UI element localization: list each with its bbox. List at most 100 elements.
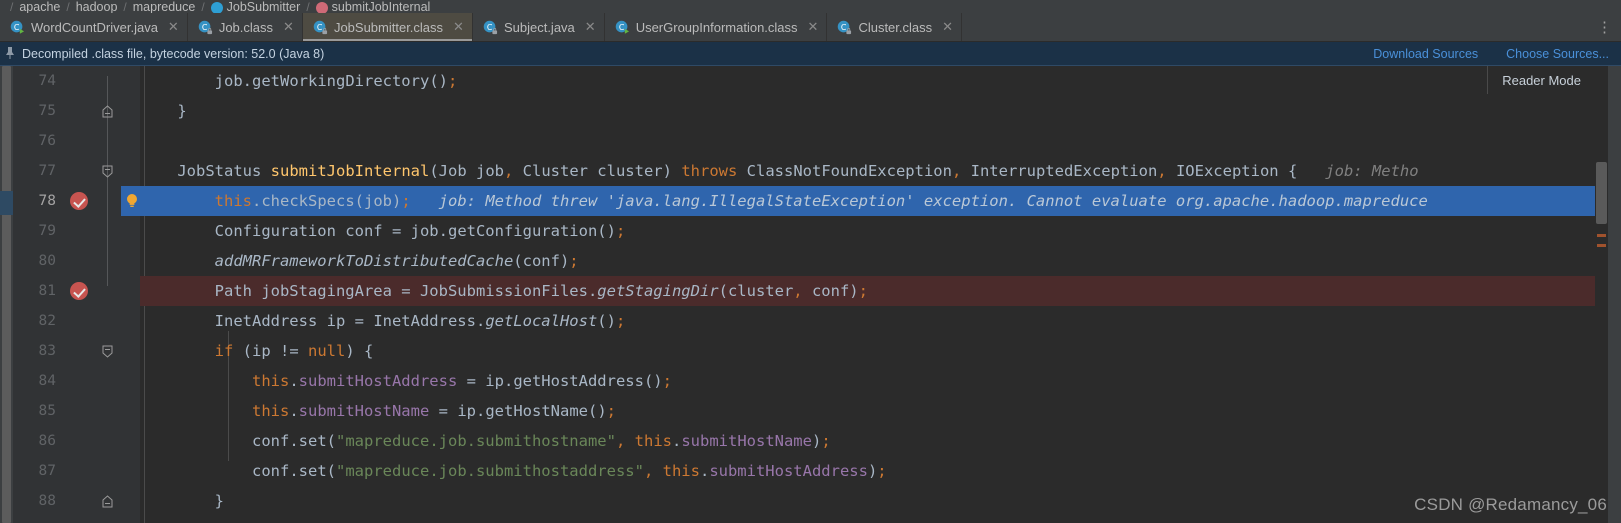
code-line[interactable]: JobStatus submitJobInternal(Job job, Clu… (140, 156, 1595, 186)
code-token: = (429, 402, 458, 420)
code-token: () (597, 222, 616, 240)
code-token: job (214, 72, 243, 90)
code-token: Configuration conf (214, 222, 392, 240)
close-icon[interactable]: ✕ (808, 19, 819, 35)
tab-options-menu-icon[interactable]: ⋮ (1589, 13, 1621, 41)
breadcrumb-item-jobsubmitter[interactable]: JobSubmitter (210, 0, 300, 13)
editor-tab-label: Subject.java (503, 19, 575, 35)
banner-pin-icon (4, 46, 18, 62)
code-line[interactable]: if (ip != null) { (140, 336, 1595, 366)
code-token: this (214, 192, 252, 210)
fold-collapse-icon[interactable] (100, 164, 115, 179)
code-token: . (475, 402, 486, 420)
code-token: this (634, 432, 672, 450)
code-token: . (671, 432, 682, 450)
editor-tab-wordcountdriver-java[interactable]: C WordCountDriver.java ✕ (0, 13, 188, 41)
code-token: . (251, 192, 262, 210)
editor-tab-cluster-class[interactable]: C Cluster.class ✕ (827, 13, 963, 41)
fold-end-icon[interactable] (100, 104, 115, 119)
code-line[interactable]: job.getWorkingDirectory(); (140, 66, 1595, 96)
breadcrumb-item-apache[interactable]: apache (19, 0, 60, 13)
breakpoint-marker[interactable] (70, 282, 88, 300)
code-token: ; (821, 432, 831, 450)
breadcrumb: / apache / hadoop / mapreduce / JobSubmitter / su… (0, 0, 1621, 13)
code-line[interactable]: } (140, 96, 1595, 126)
decompiled-class-banner: Decompiled .class file, bytecode version… (0, 42, 1621, 66)
breadcrumb-separator: / (10, 0, 14, 13)
code-line[interactable]: addMRFrameworkToDistributedCache(conf); (140, 246, 1595, 276)
code-token: ( (326, 462, 336, 480)
code-line[interactable]: this.submitHostName = ip.getHostName(); (140, 396, 1595, 426)
class-icon (210, 1, 223, 13)
code-token: ( (326, 432, 336, 450)
code-line[interactable]: } (140, 486, 1595, 516)
editor-tab-jobsubmitter-class[interactable]: C JobSubmitter.class ✕ (302, 13, 473, 41)
code-line[interactable] (140, 126, 1595, 156)
code-token: , (1157, 162, 1167, 180)
code-token: ip (457, 402, 476, 420)
java-class-run-icon: C (615, 20, 630, 35)
code-token: } (177, 102, 187, 120)
code-line[interactable]: this.checkSpecs(job); job: Method threw … (140, 186, 1595, 216)
editor-left-scroll-track[interactable] (0, 66, 13, 523)
code-line[interactable]: Path jobStagingArea = JobSubmissionFiles… (140, 276, 1595, 306)
code-token: Job job (438, 162, 504, 180)
code-token: submitHostName (298, 402, 430, 420)
code-line[interactable]: InetAddress ip = InetAddress.getLocalHos… (140, 306, 1595, 336)
code-token: . (438, 222, 448, 240)
line-number: 79 (38, 223, 56, 239)
editor-gutter[interactable]: 74 75 76 77 78 79 80 81 82 83 84 85 86 87 88 (13, 66, 143, 523)
code-token: getHostName (485, 402, 588, 420)
code-token: , (643, 462, 654, 480)
reader-mode-toggle[interactable]: Reader Mode (1487, 66, 1595, 94)
editor-code-area[interactable]: job.getWorkingDirectory(); } JobStatus s… (140, 66, 1595, 523)
right-tool-window-stripe[interactable]: ◉Database (1608, 66, 1621, 523)
error-stripe-mark[interactable] (1597, 234, 1606, 237)
close-icon[interactable]: ✕ (453, 19, 464, 35)
close-icon[interactable]: ✕ (942, 19, 953, 35)
editor-left-scroll-thumb[interactable] (2, 66, 11, 523)
editor-left-position-marker (0, 191, 13, 215)
code-editor[interactable]: 74 75 76 77 78 79 80 81 82 83 84 85 86 87 88 job.getWo… (0, 66, 1621, 523)
editor-tab-usergroupinformation-class[interactable]: C UserGroupInformation.class ✕ (605, 13, 828, 41)
fold-end-icon[interactable] (100, 494, 115, 509)
code-token: ; (877, 462, 887, 480)
code-token: IOException (1166, 162, 1279, 180)
editor-vertical-scroll-thumb[interactable] (1596, 162, 1607, 224)
fold-collapse-icon[interactable] (100, 344, 115, 359)
csdn-watermark: CSDN @Redamancy_06 (1414, 495, 1607, 514)
close-icon[interactable]: ✕ (283, 19, 294, 35)
code-token: ; (615, 222, 626, 240)
code-line[interactable]: this.submitHostAddress = ip.getHostAddre… (140, 366, 1595, 396)
code-token: . (475, 312, 486, 330)
editor-error-stripe[interactable] (1595, 66, 1608, 523)
breadcrumb-item-hadoop[interactable]: hadoop (76, 0, 118, 13)
editor-tab-subject-java[interactable]: C Subject.java ✕ (473, 13, 605, 41)
code-token: . (587, 282, 598, 300)
download-sources-link[interactable]: Download Sources (1373, 47, 1478, 61)
close-icon[interactable]: ✕ (168, 19, 179, 35)
line-number: 76 (38, 133, 56, 149)
inline-debug-hint: job: Metho (1297, 162, 1419, 180)
method-icon (315, 1, 328, 13)
choose-sources-link[interactable]: Choose Sources... (1506, 47, 1609, 61)
line-number: 82 (38, 313, 56, 329)
breadcrumb-item-submitjobinternal[interactable]: submitJobInternal (315, 0, 430, 13)
code-line[interactable]: Configuration conf = job.getConfiguratio… (140, 216, 1595, 246)
editor-tab-label: Cluster.class (858, 19, 933, 35)
close-icon[interactable]: ✕ (585, 19, 596, 35)
breadcrumb-item-mapreduce[interactable]: mapreduce (133, 0, 196, 13)
line-number: 77 (38, 163, 56, 179)
code-line[interactable]: conf.set("mapreduce.job.submithostaddres… (140, 456, 1595, 486)
breadcrumb-item-label: hadoop (75, 0, 118, 13)
error-stripe-mark[interactable] (1597, 244, 1606, 247)
breakpoint-marker[interactable] (70, 192, 88, 210)
editor-tab-job-class[interactable]: C Job.class ✕ (188, 13, 303, 41)
code-line[interactable]: conf.set("mapreduce.job.submithostname",… (140, 426, 1595, 456)
